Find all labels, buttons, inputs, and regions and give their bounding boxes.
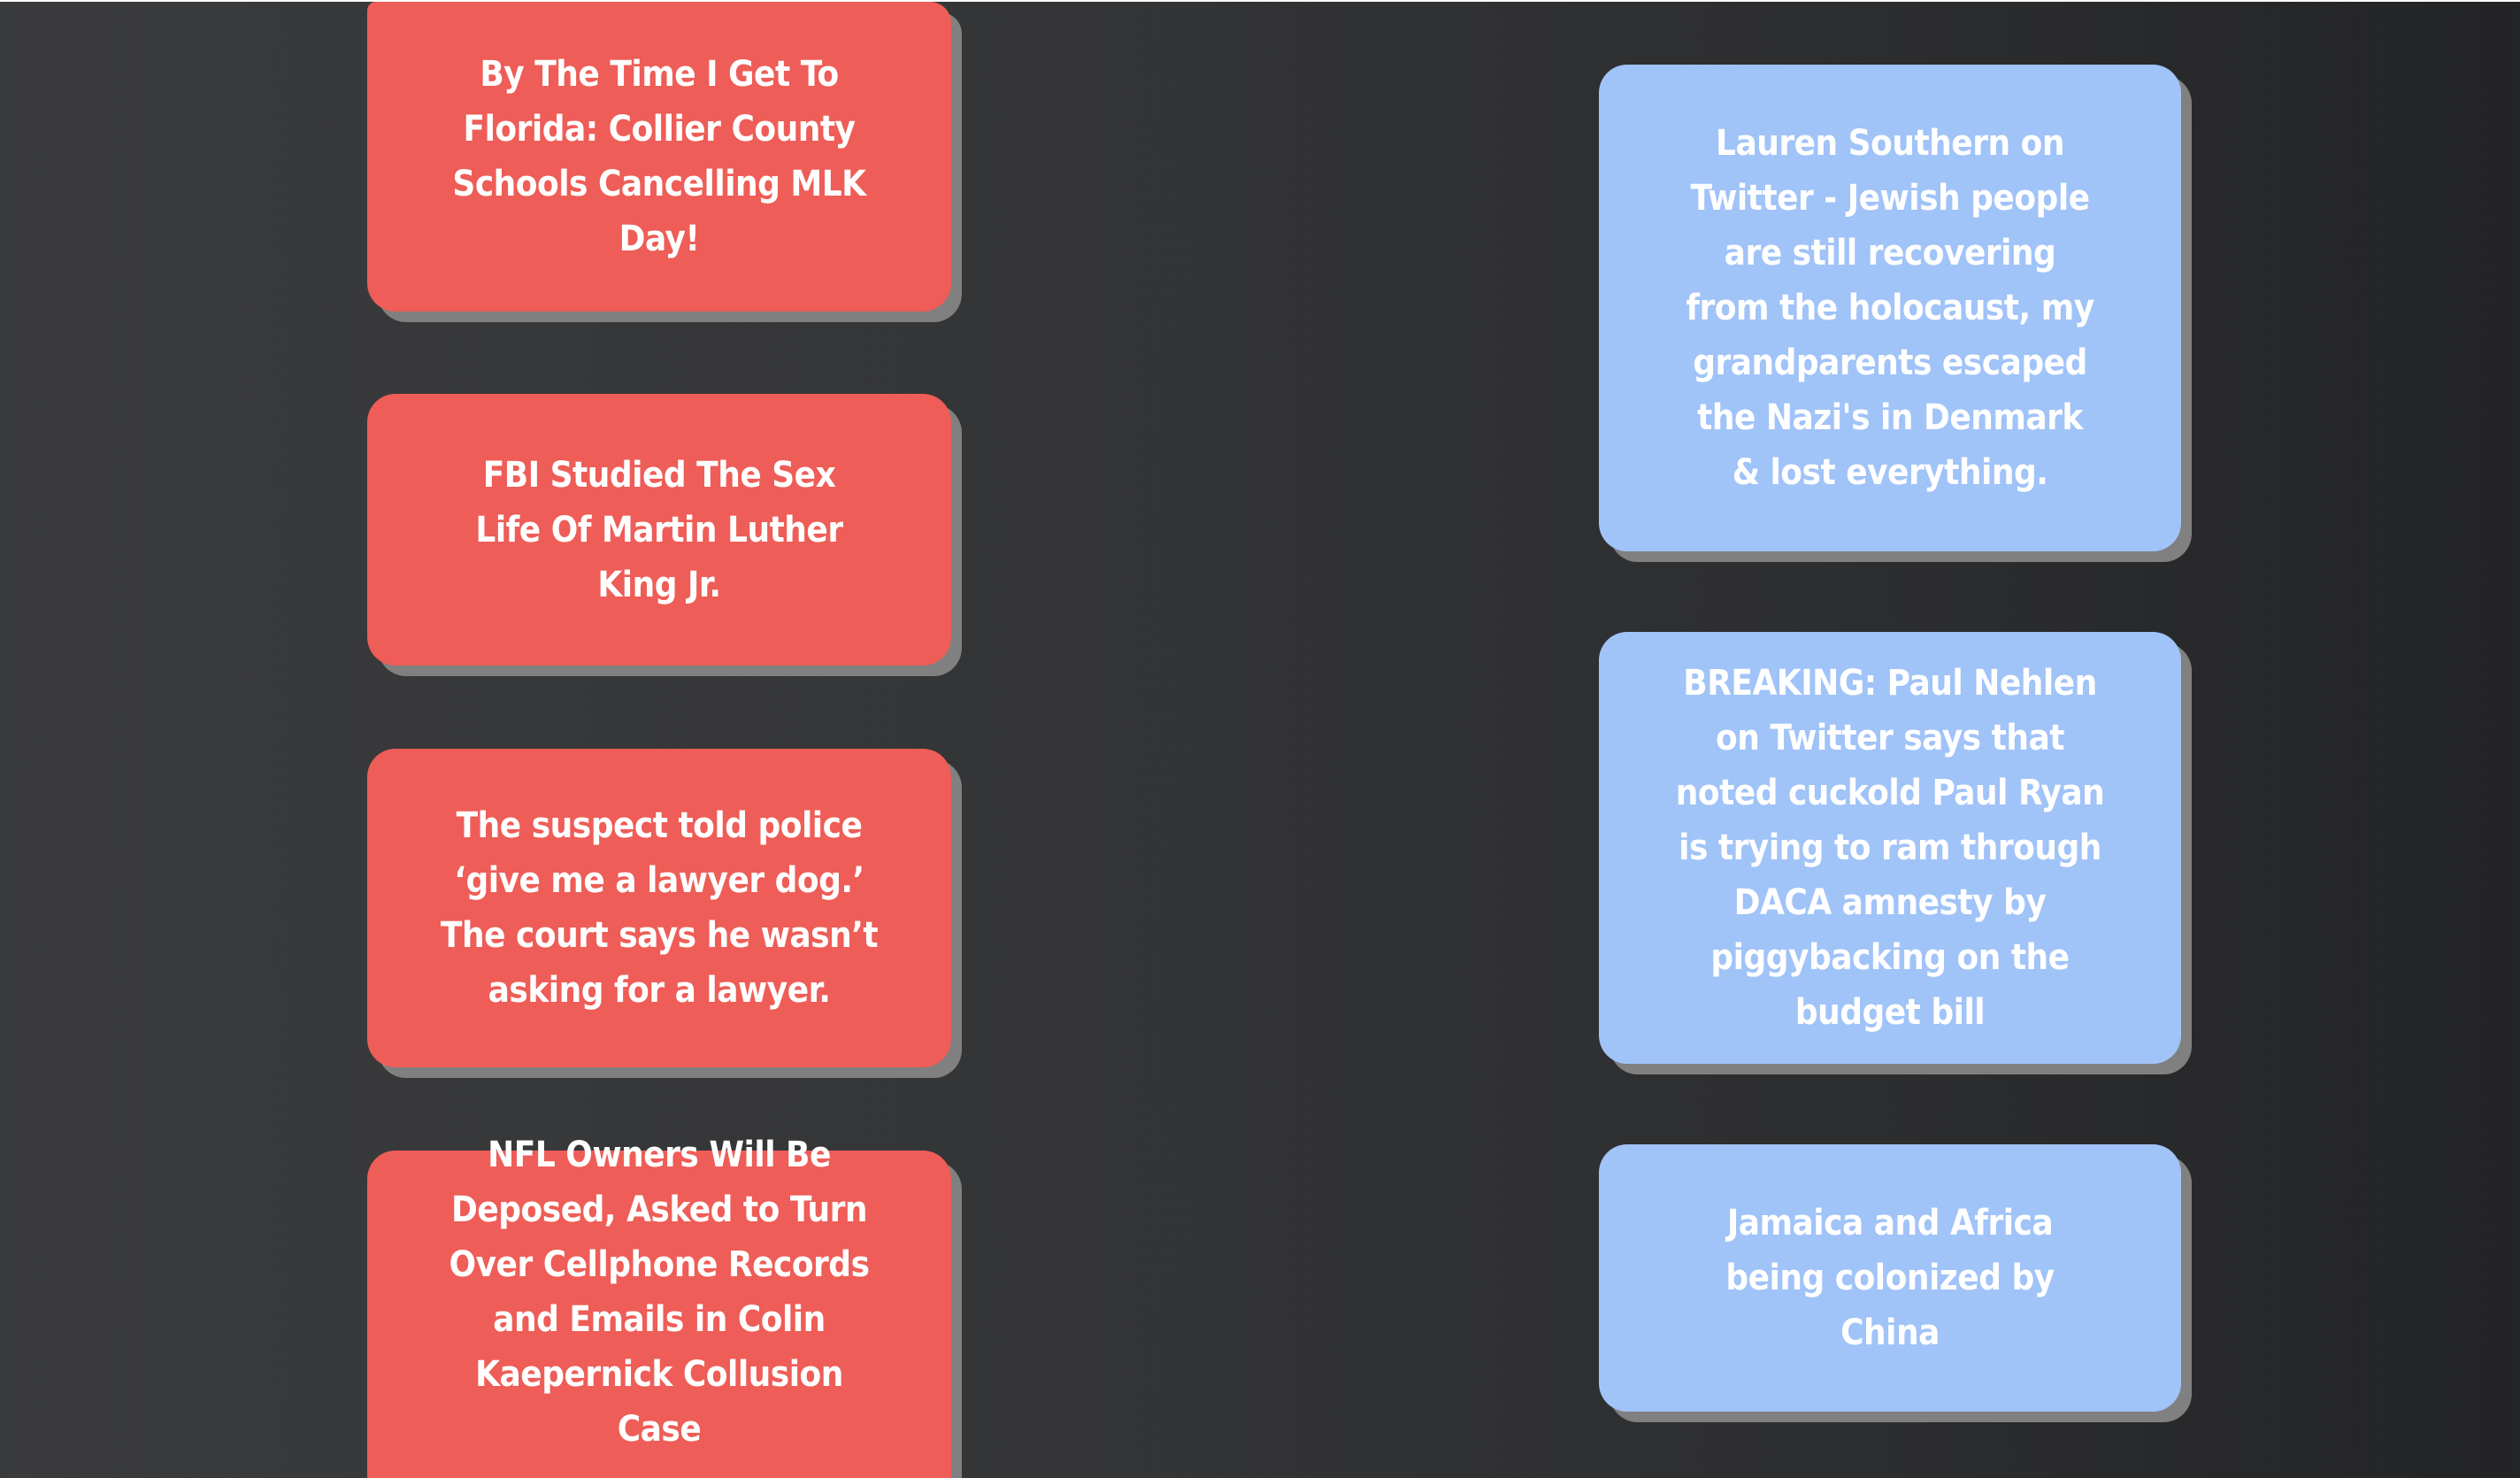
news-card-right-1[interactable]: Lauren Southern on Twitter - Jewish peop… <box>1599 65 2181 551</box>
news-card-right-2[interactable]: BREAKING: Paul Nehlen on Twitter says th… <box>1599 632 2181 1064</box>
card-text: Lauren Southern on Twitter - Jewish peop… <box>1686 123 2094 493</box>
news-card-left-3[interactable]: The suspect told police ‘give me a lawye… <box>367 749 951 1067</box>
card-text: The suspect told police ‘give me a lawye… <box>440 805 879 1011</box>
card-text: By The Time I Get To Florida: Collier Co… <box>452 54 866 259</box>
card-text: NFL Owners Will Be Deposed, Asked to Tur… <box>449 1135 871 1450</box>
news-card-left-4[interactable]: NFL Owners Will Be Deposed, Asked to Tur… <box>367 1135 951 1478</box>
card-text: Jamaica and Africa being colonized by Ch… <box>1725 1203 2055 1353</box>
card-text: BREAKING: Paul Nehlen on Twitter says th… <box>1675 663 2105 1033</box>
news-card-left-2[interactable]: FBI Studied The Sex Life Of Martin Luthe… <box>367 394 951 666</box>
news-card-right-3[interactable]: Jamaica and Africa being colonized by Ch… <box>1599 1144 2181 1412</box>
news-card-left-1[interactable]: By The Time I Get To Florida: Collier Co… <box>367 2 951 312</box>
card-text: FBI Studied The Sex Life Of Martin Luthe… <box>475 454 843 605</box>
